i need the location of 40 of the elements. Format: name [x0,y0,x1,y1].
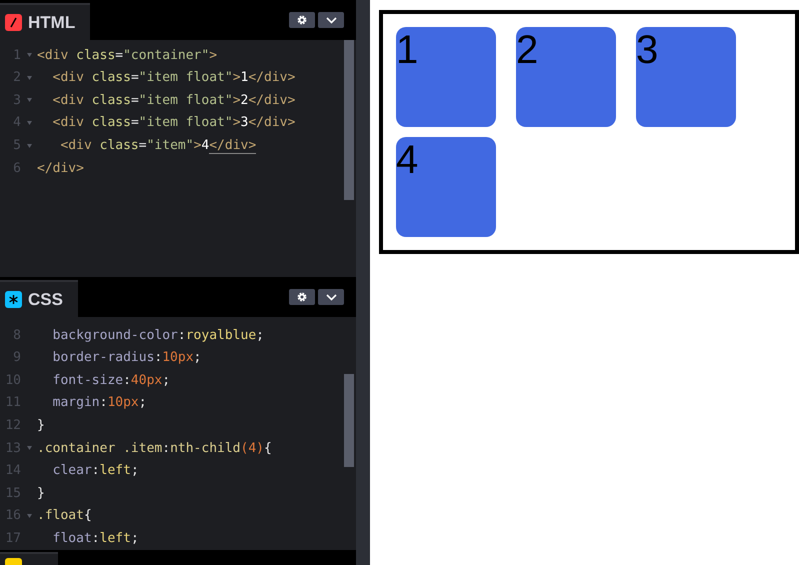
preview-item: 1 [396,27,496,127]
slash-icon [5,14,22,31]
code-line: margin:10px; [52,394,147,412]
code-line: } [37,416,45,435]
asterisk-icon [5,291,22,308]
code-line: clear:left; [52,462,139,480]
code-line: <div class="item float">3</div> [52,114,296,132]
code-line: } [37,484,45,503]
settings-button[interactable] [289,12,316,28]
scrollbar[interactable] [344,40,354,200]
preview-item: 2 [516,27,616,127]
fold-arrow-icon[interactable] [26,446,32,450]
chevron-down-icon [326,294,337,300]
gear-icon [297,292,308,302]
fold-arrow-icon[interactable] [26,144,32,148]
fold-arrow-icon[interactable] [26,53,32,58]
code-line: <div class="container"> [37,46,218,65]
code-line: font-size:40px; [52,372,170,390]
fold-arrow-icon[interactable] [26,121,32,126]
code-line: <div class="item float">2</div> [52,92,296,110]
fold-arrow-icon[interactable] [26,76,32,80]
code-line: .container .item:nth-child(4){ [37,440,272,458]
preview-item: 4 [396,137,496,237]
dropdown-button[interactable] [318,12,344,28]
dropdown-button[interactable] [318,289,344,305]
fold-arrow-icon[interactable] [26,98,32,102]
code-line: <div class="item float">1</div> [52,69,296,88]
preview-item: 3 [636,27,736,127]
code-line: </div> [37,160,84,178]
fold-arrow-icon[interactable] [26,514,32,518]
scrollbar[interactable] [344,374,354,467]
js-tab-icon [5,558,22,565]
code-line: float:left; [52,530,139,548]
code-line: <div class="item">4</div> [59,136,256,156]
code-line: .float{ [37,507,92,526]
code-line: border-radius:10px; [52,349,202,368]
gear-icon [297,15,308,25]
chevron-down-icon [326,16,337,24]
settings-button[interactable] [289,289,316,305]
code-line: background-color:royalblue; [52,326,264,345]
